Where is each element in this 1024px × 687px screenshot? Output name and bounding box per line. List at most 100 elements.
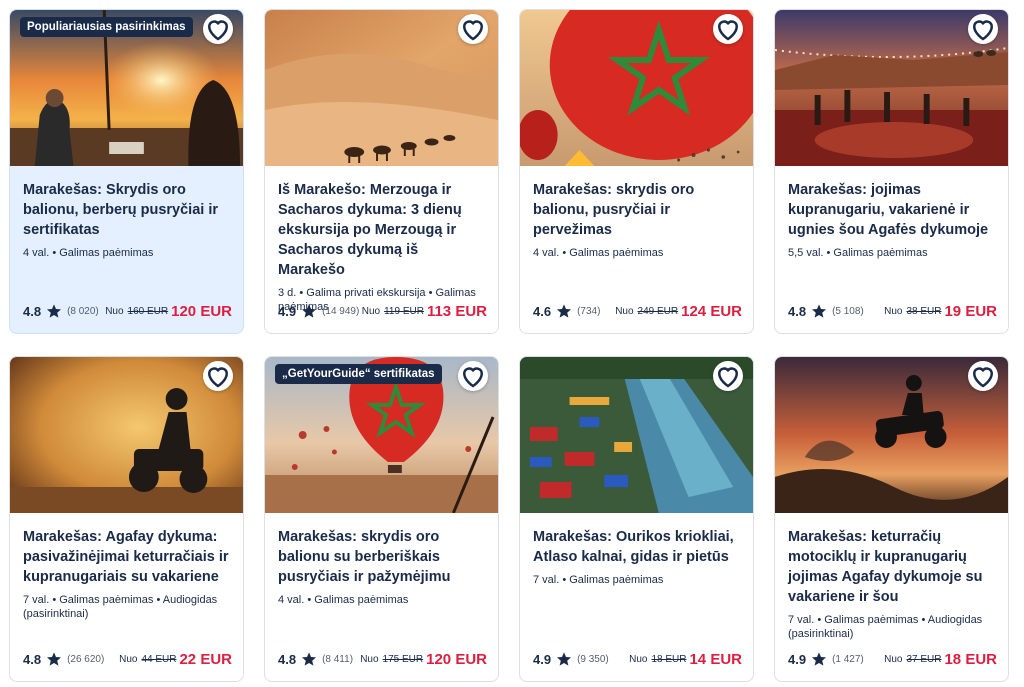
activity-title[interactable]: Marakešas: keturračių motociklų ir kupra… <box>788 527 995 607</box>
activity-title[interactable]: Iš Marakešo: Merzouga ir Sacharos dykuma… <box>278 180 485 280</box>
price-from-label: Nuo <box>360 653 379 665</box>
review-count: (8 020) <box>67 305 99 317</box>
price-from-label: Nuo <box>615 305 634 317</box>
review-count: (734) <box>577 305 601 317</box>
original-price: 18 EUR <box>651 653 687 665</box>
quad-bike-dust-photo <box>10 357 243 513</box>
flag-balloon-over-desert-photo: „GetYourGuide“ sertifikatas <box>265 357 498 513</box>
star-icon <box>47 652 62 666</box>
rating-value: 4.8 <box>23 303 42 319</box>
star-icon <box>812 304 827 318</box>
price-from-label: Nuo <box>629 653 648 665</box>
activity-meta: 4 val. • Galimas paėmimas <box>533 247 664 259</box>
review-count: (26 620) <box>67 653 105 665</box>
heart-outline-icon <box>972 20 994 41</box>
activity-meta: 7 val. • Galimas paėmimas • Audiogidas (… <box>788 614 983 640</box>
rating-price-row: 4.9 (1 427) Nuo 37 EUR 18 EUR <box>788 649 997 669</box>
price-from-label: Nuo <box>361 305 381 317</box>
price-from-label: Nuo <box>105 305 124 317</box>
review-count: (8 411) <box>322 653 354 665</box>
favorite-button[interactable] <box>458 361 488 391</box>
star-icon <box>812 652 827 666</box>
current-price: 120 EUR <box>426 650 487 668</box>
favorite-button[interactable] <box>968 14 998 44</box>
review-count: (5 108) <box>832 305 864 317</box>
rating-price-row: 4.8 (8 411) Nuo 175 EUR 120 EUR <box>278 649 487 669</box>
current-price: 120 EUR <box>171 302 232 320</box>
activity-meta: 4 val. • Galimas paėmimas <box>23 247 154 259</box>
activity-title[interactable]: Marakešas: jojimas kupranugariu, vakarie… <box>788 180 995 240</box>
favorite-button[interactable] <box>713 361 743 391</box>
original-price: 119 EUR <box>384 305 424 317</box>
current-price: 18 EUR <box>944 650 997 668</box>
rating-value: 4.9 <box>278 303 297 319</box>
activity-card[interactable]: Populiariausias pasirinkimas Marakešas: … <box>9 9 244 334</box>
activity-card[interactable]: Marakešas: keturračių motociklų ir kupra… <box>774 356 1009 682</box>
rating-price-row: 4.6 (734) Nuo 249 EUR 124 EUR <box>533 301 742 321</box>
activity-card[interactable]: Marakešas: skrydis oro balionu, pusryčia… <box>519 9 754 334</box>
activity-card[interactable]: Marakešas: Ourikos kriokliai, Atlaso kal… <box>519 356 754 682</box>
original-price: 38 EUR <box>906 305 942 317</box>
star-icon <box>557 304 572 318</box>
star-icon <box>302 652 317 666</box>
star-icon <box>557 652 572 666</box>
hot-air-balloon-sunrise-photo: Populiariausias pasirinkimas <box>10 10 243 166</box>
price-from-label: Nuo <box>119 653 138 665</box>
rating-value: 4.8 <box>278 651 297 667</box>
original-price: 249 EUR <box>637 305 679 317</box>
favorite-button[interactable] <box>713 14 743 44</box>
moroccan-flag-balloon-photo <box>520 10 753 166</box>
current-price: 124 EUR <box>681 302 742 320</box>
review-count: (1 427) <box>832 653 864 665</box>
activity-title[interactable]: Marakešas: Agafay dykuma: pasivažinėjima… <box>23 527 230 587</box>
current-price: 14 EUR <box>689 650 742 668</box>
activity-title[interactable]: Marakešas: Ourikos kriokliai, Atlaso kal… <box>533 527 740 567</box>
activity-meta: 7 val. • Galimas paėmimas <box>533 574 664 586</box>
favorite-button[interactable] <box>203 361 233 391</box>
current-price: 19 EUR <box>944 302 997 320</box>
price-from-label: Nuo <box>884 305 903 317</box>
rating-value: 4.8 <box>23 651 42 667</box>
rating-price-row: 4.8 (8 020) Nuo 160 EUR 120 EUR <box>23 301 232 321</box>
desert-camp-dinner-photo <box>775 10 1008 166</box>
original-price: 160 EUR <box>127 305 169 317</box>
camel-caravan-sahara-photo <box>265 10 498 166</box>
activity-card[interactable]: Marakešas: Agafay dykuma: pasivažinėjima… <box>9 356 244 682</box>
star-icon <box>302 304 317 318</box>
favorite-button[interactable] <box>203 14 233 44</box>
rating-price-row: 4.8 (5 108) Nuo 38 EUR 19 EUR <box>788 301 997 321</box>
review-count: (14 949) <box>322 305 360 317</box>
activity-card[interactable]: Marakešas: jojimas kupranugariu, vakarie… <box>774 9 1009 334</box>
heart-outline-icon <box>717 367 739 388</box>
activity-grid: Populiariausias pasirinkimas Marakešas: … <box>0 0 1024 687</box>
quad-bike-jump-sunset-photo <box>775 357 1008 513</box>
star-icon <box>47 304 62 318</box>
rating-value: 4.8 <box>788 303 807 319</box>
favorite-button[interactable] <box>458 14 488 44</box>
activity-card[interactable]: „GetYourGuide“ sertifikatas Marakešas: s… <box>264 356 499 682</box>
activity-meta: 7 val. • Galimas paėmimas • Audiogidas (… <box>23 594 218 620</box>
heart-outline-icon <box>207 20 229 41</box>
activity-card[interactable]: Iš Marakešo: Merzouga ir Sacharos dykuma… <box>264 9 499 334</box>
certificate-badge: „GetYourGuide“ sertifikatas <box>275 364 442 384</box>
heart-outline-icon <box>462 20 484 41</box>
activity-title[interactable]: Marakešas: skrydis oro balionu, pusryčia… <box>533 180 740 240</box>
original-price: 175 EUR <box>382 653 424 665</box>
current-price: 22 EUR <box>179 650 232 668</box>
activity-title[interactable]: Marakešas: Skrydis oro balionu, berberų … <box>23 180 230 240</box>
activity-meta: 4 val. • Galimas paėmimas <box>278 594 409 606</box>
popular-badge: Populiariausias pasirinkimas <box>20 17 193 37</box>
heart-outline-icon <box>462 367 484 388</box>
heart-outline-icon <box>972 367 994 388</box>
favorite-button[interactable] <box>968 361 998 391</box>
rating-price-row: 4.9 (9 350) Nuo 18 EUR 14 EUR <box>533 649 742 669</box>
activity-title[interactable]: Marakešas: skrydis oro balionu su berber… <box>278 527 485 587</box>
heart-outline-icon <box>207 367 229 388</box>
activity-meta: 5,5 val. • Galimas paėmimas <box>788 247 928 259</box>
current-price: 113 EUR <box>426 302 487 320</box>
rating-value: 4.6 <box>533 303 552 319</box>
ourika-river-cafe-photo <box>520 357 753 513</box>
original-price: 37 EUR <box>906 653 942 665</box>
rating-value: 4.9 <box>533 651 552 667</box>
heart-outline-icon <box>717 20 739 41</box>
